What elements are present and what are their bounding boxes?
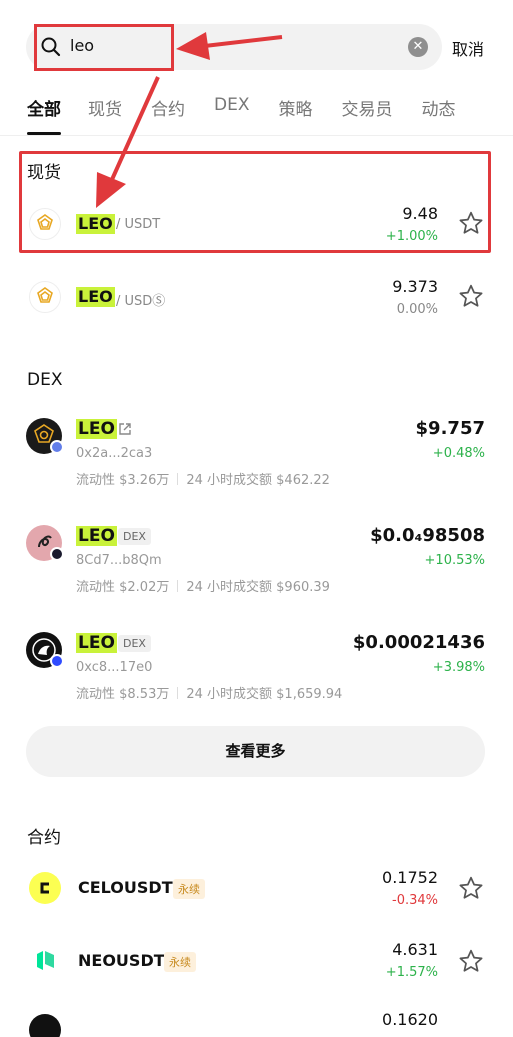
- coin-icon: [29, 1014, 61, 1037]
- price-change: -0.34%: [392, 893, 438, 908]
- price-change: +3.98%: [432, 660, 485, 675]
- perpetual-badge: 永续: [164, 952, 196, 972]
- last-price: 4.631: [392, 940, 438, 959]
- contract-address[interactable]: 8Cd7...b8Qm: [76, 553, 162, 568]
- last-price: $9.757: [415, 418, 485, 439]
- celo-coin-icon: [29, 872, 61, 904]
- price-change: +1.57%: [385, 965, 438, 980]
- star-icon[interactable]: [458, 283, 484, 309]
- leo-coin-icon: [29, 281, 61, 313]
- last-price: 0.1752: [382, 868, 438, 887]
- tab-strategy[interactable]: 策略: [278, 95, 312, 135]
- last-price: 0.1620: [382, 1010, 438, 1029]
- star-icon[interactable]: [458, 875, 484, 901]
- symbol: LEO: [76, 419, 117, 439]
- section-title-futures: 合约: [27, 828, 61, 848]
- volume-24h: 24 小时成交额 $462.22: [186, 473, 330, 488]
- contract-address[interactable]: 0xc8...17e0: [76, 660, 152, 675]
- tabs-divider: [0, 135, 513, 136]
- cancel-button[interactable]: 取消: [452, 36, 484, 60]
- pool-stats: 流动性 $3.26万 24 小时成交额 $462.22: [76, 469, 330, 488]
- price-change: 0.00%: [396, 302, 438, 317]
- liquidity: 流动性 $8.53万: [76, 687, 170, 702]
- dex-badge: DEX: [118, 635, 151, 652]
- pool-stats: 流动性 $8.53万 24 小时成交额 $1,659.94: [76, 683, 342, 702]
- symbol: CELOUSDT: [78, 878, 173, 897]
- last-price: 9.373: [392, 277, 438, 296]
- quote-currency: / USDⓈ: [116, 294, 166, 309]
- pool-stats: 流动性 $2.02万 24 小时成交额 $960.39: [76, 576, 330, 595]
- last-price: $0.0₄98508: [370, 525, 485, 546]
- tab-dex[interactable]: DEX: [214, 95, 249, 135]
- clear-icon[interactable]: ✕: [408, 37, 428, 57]
- symbol: LEO: [76, 526, 117, 546]
- last-price: $0.00021436: [352, 632, 485, 653]
- neo-coin-icon: [29, 944, 61, 976]
- symbol: NEOUSDT: [78, 951, 165, 970]
- symbol: LEO: [76, 287, 115, 307]
- category-tabs: 全部 现货 合约 DEX 策略 交易员 动态: [27, 95, 455, 135]
- liquidity: 流动性 $2.02万: [76, 580, 170, 595]
- solana-chain-icon: [50, 547, 64, 561]
- tab-futures[interactable]: 合约: [151, 95, 185, 135]
- liquidity: 流动性 $3.26万: [76, 473, 170, 488]
- base-chain-icon: [50, 654, 64, 668]
- symbol: LEO: [76, 633, 117, 653]
- price-change: +0.48%: [432, 446, 485, 461]
- perpetual-badge: 永续: [173, 879, 205, 899]
- list-item[interactable]: LEO / USDⓈ 9.373 0.00%: [0, 265, 513, 325]
- price-change: +10.53%: [424, 553, 485, 568]
- external-link-icon[interactable]: [118, 422, 132, 436]
- view-more-button[interactable]: 查看更多: [26, 726, 485, 777]
- contract-address[interactable]: 0x2a...2ca3: [76, 446, 152, 461]
- tab-traders[interactable]: 交易员: [341, 95, 392, 135]
- annotation-box-search: [34, 24, 174, 71]
- tab-all[interactable]: 全部: [27, 95, 61, 135]
- section-title-dex: DEX: [27, 370, 63, 390]
- star-icon[interactable]: [458, 948, 484, 974]
- annotation-box-spot: [19, 151, 491, 253]
- dex-badge: DEX: [118, 528, 151, 545]
- volume-24h: 24 小时成交额 $1,659.94: [186, 687, 343, 702]
- tab-feed[interactable]: 动态: [421, 95, 455, 135]
- tab-spot[interactable]: 现货: [88, 95, 122, 135]
- volume-24h: 24 小时成交额 $960.39: [186, 580, 330, 595]
- ethereum-chain-icon: [50, 440, 64, 454]
